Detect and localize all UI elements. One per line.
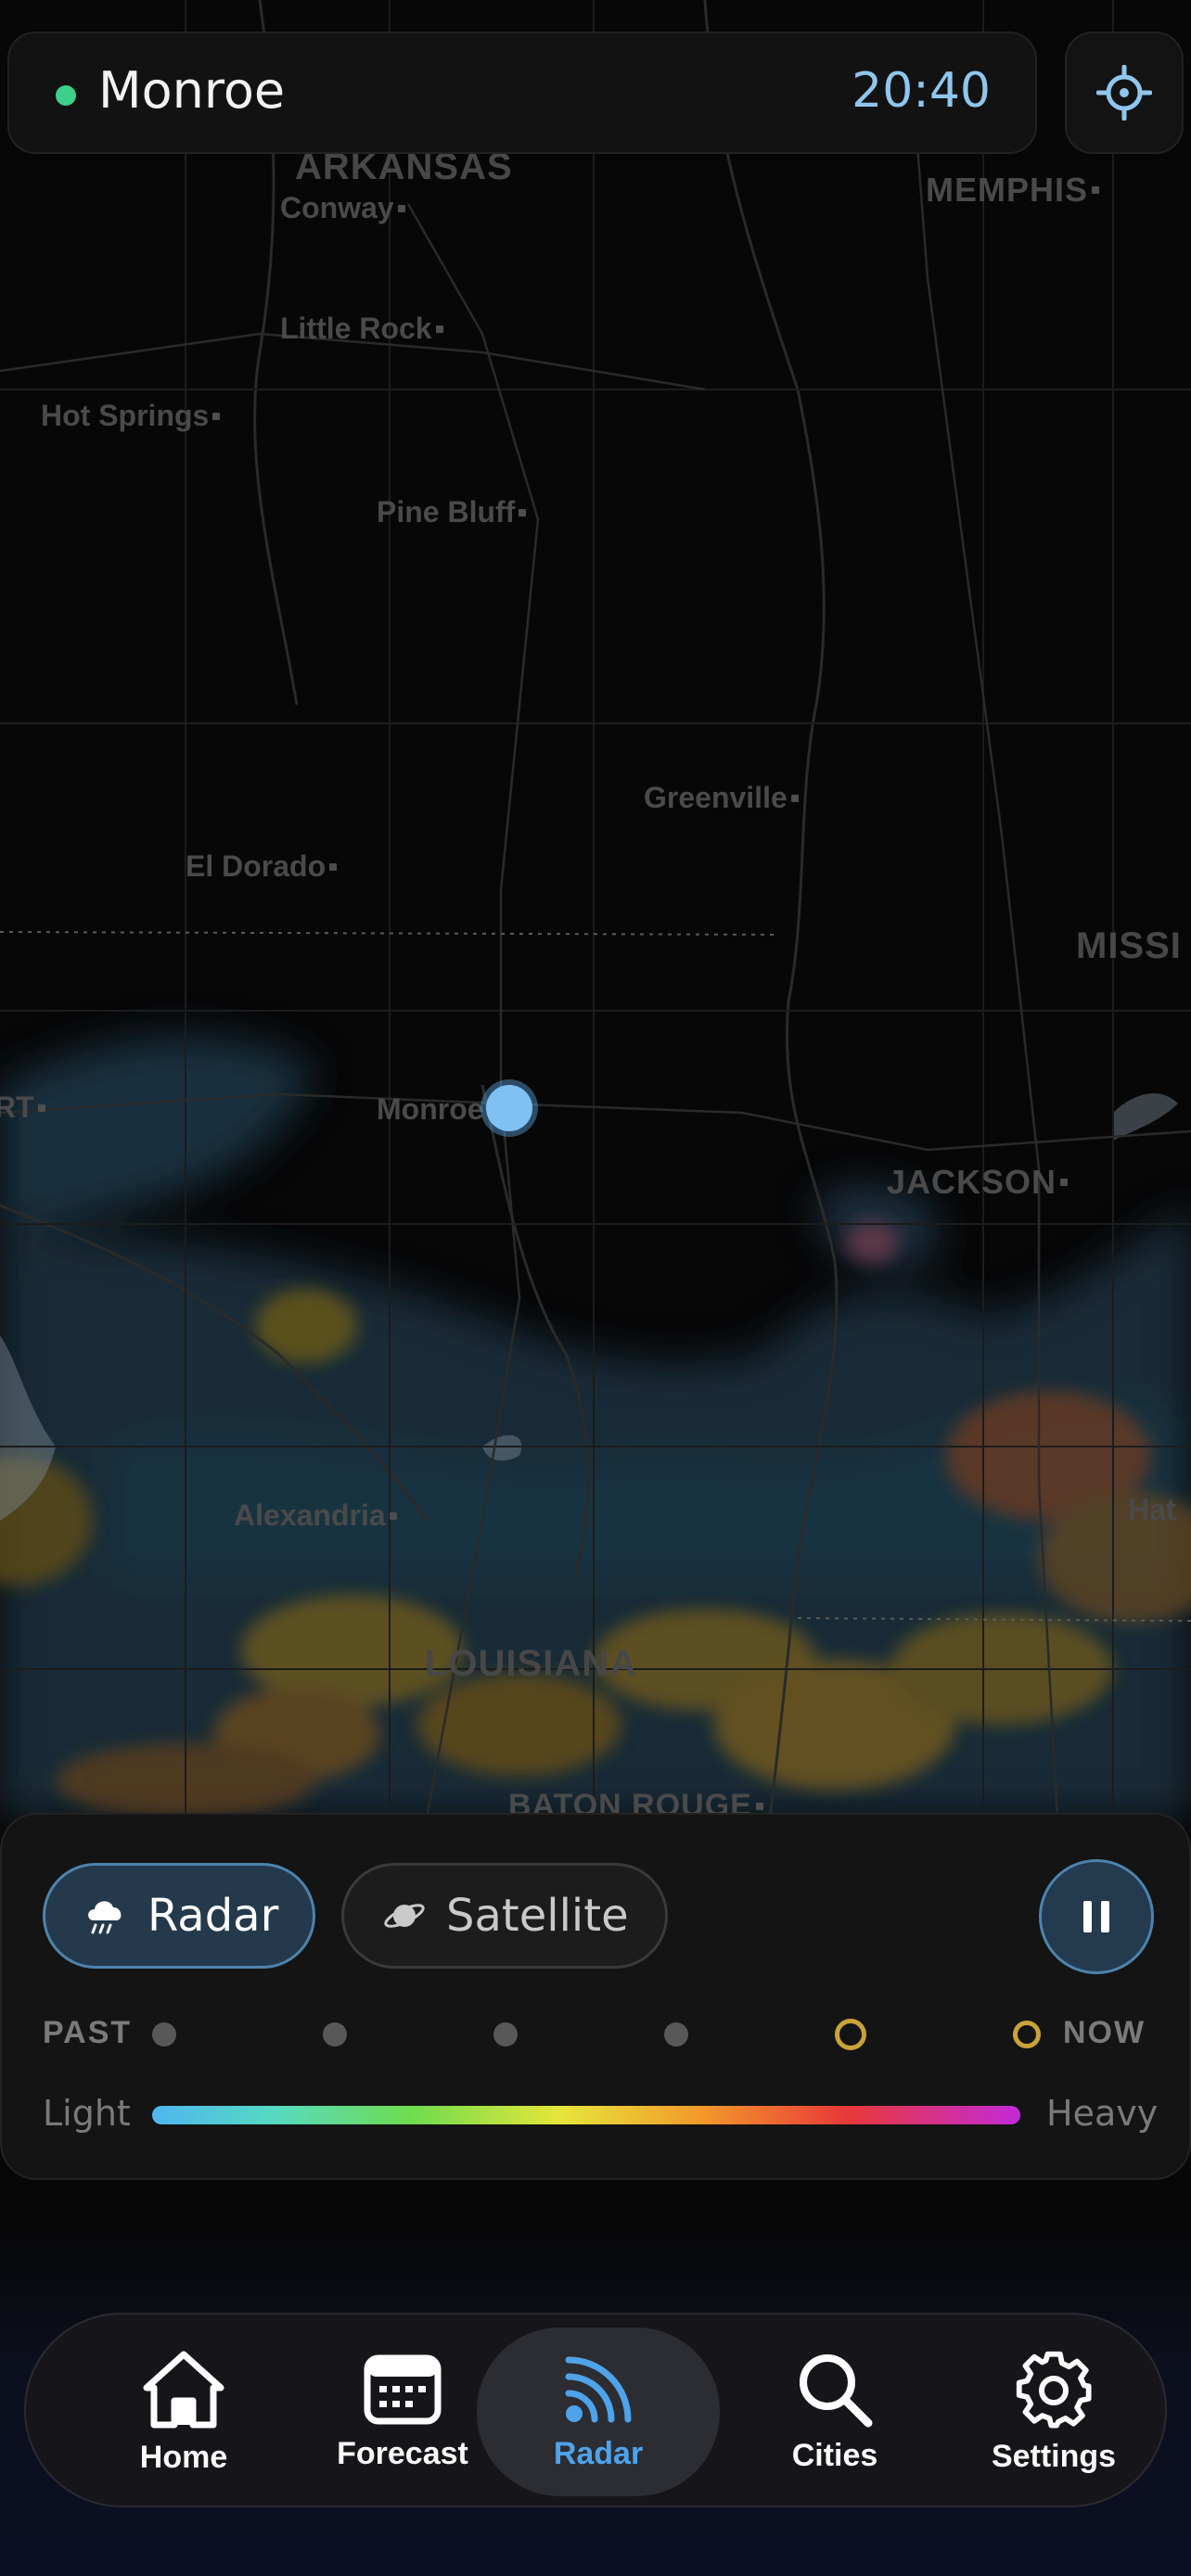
location-time: 20:40 xyxy=(852,63,991,119)
radar-map[interactable]: ARKANSAS MISSI LOUISIANA Conway MEMPHIS … xyxy=(0,0,1191,2576)
timeline-past-label: PAST xyxy=(43,2015,133,2050)
city-label: Greenville xyxy=(644,781,799,815)
state-label: MISSI xyxy=(1076,925,1182,966)
timeline-frame[interactable] xyxy=(152,2022,176,2047)
nav-item-forecast[interactable]: Forecast xyxy=(301,2315,505,2509)
crosshair-icon xyxy=(1096,65,1152,121)
pause-button[interactable] xyxy=(1039,1859,1154,1974)
nav-label: Cities xyxy=(791,2437,878,2473)
radar-control-panel: Radar Satellite PAST NOW Light Heavy xyxy=(0,1813,1191,2180)
city-label: RT xyxy=(0,1090,45,1125)
status-indicator-icon xyxy=(56,85,76,106)
timeline-frame[interactable] xyxy=(323,2022,347,2047)
pause-icon xyxy=(1083,1901,1092,1932)
nav-item-home[interactable]: Home xyxy=(82,2315,286,2509)
scale-light-label: Light xyxy=(43,2093,131,2134)
city-label: Little Rock xyxy=(280,312,443,346)
bottom-navigation: Home Forecast Radar Cities Settings xyxy=(24,2313,1167,2507)
state-label: LOUISIANA xyxy=(425,1643,637,1684)
city-label: Hat xyxy=(1128,1493,1176,1526)
nav-item-radar[interactable]: Radar xyxy=(477,2327,720,2496)
city-label: El Dorado xyxy=(186,849,338,884)
locate-me-button[interactable] xyxy=(1065,32,1184,154)
timeline-frame[interactable] xyxy=(664,2022,688,2047)
planet-icon xyxy=(384,1904,425,1928)
location-name: Monroe xyxy=(98,61,286,120)
intensity-scale-bar xyxy=(152,2106,1020,2124)
timeline-frame-current[interactable] xyxy=(835,2019,866,2050)
timeline-frame[interactable] xyxy=(493,2022,518,2047)
city-label: Monroe xyxy=(377,1092,484,1126)
scale-heavy-label: Heavy xyxy=(1046,2093,1159,2134)
radar-icon xyxy=(565,2356,632,2422)
city-label: Pine Bluff xyxy=(377,495,527,529)
radar-layer-label: Radar xyxy=(147,1890,279,1942)
satellite-layer-label: Satellite xyxy=(446,1890,629,1942)
timeline-frame-now[interactable] xyxy=(1013,2021,1041,2048)
nav-label: Settings xyxy=(991,2438,1117,2474)
rain-cloud-icon xyxy=(88,1901,122,1934)
city-label: Alexandria xyxy=(234,1498,397,1533)
calendar-icon xyxy=(364,2354,442,2424)
home-icon xyxy=(143,2351,224,2428)
city-label: Conway xyxy=(280,191,405,225)
nav-label: Forecast xyxy=(337,2435,468,2471)
radar-layer-button[interactable]: Radar xyxy=(43,1863,315,1969)
satellite-layer-button[interactable]: Satellite xyxy=(341,1863,668,1969)
search-icon xyxy=(800,2353,873,2427)
gear-icon xyxy=(1016,2351,1092,2428)
map-layer xyxy=(0,0,1191,1818)
nav-item-settings[interactable]: Settings xyxy=(952,2315,1156,2509)
city-label: MEMPHIS xyxy=(926,171,1100,210)
city-label: JACKSON xyxy=(887,1163,1069,1202)
current-location-marker[interactable] xyxy=(486,1085,532,1131)
timeline-now-label: NOW xyxy=(1063,2015,1146,2050)
nav-item-cities[interactable]: Cities xyxy=(733,2315,937,2509)
city-label: Hot Springs xyxy=(41,399,221,433)
nav-label: Radar xyxy=(553,2435,644,2471)
location-card[interactable]: Monroe 20:40 xyxy=(7,32,1037,154)
nav-label: Home xyxy=(139,2439,228,2475)
